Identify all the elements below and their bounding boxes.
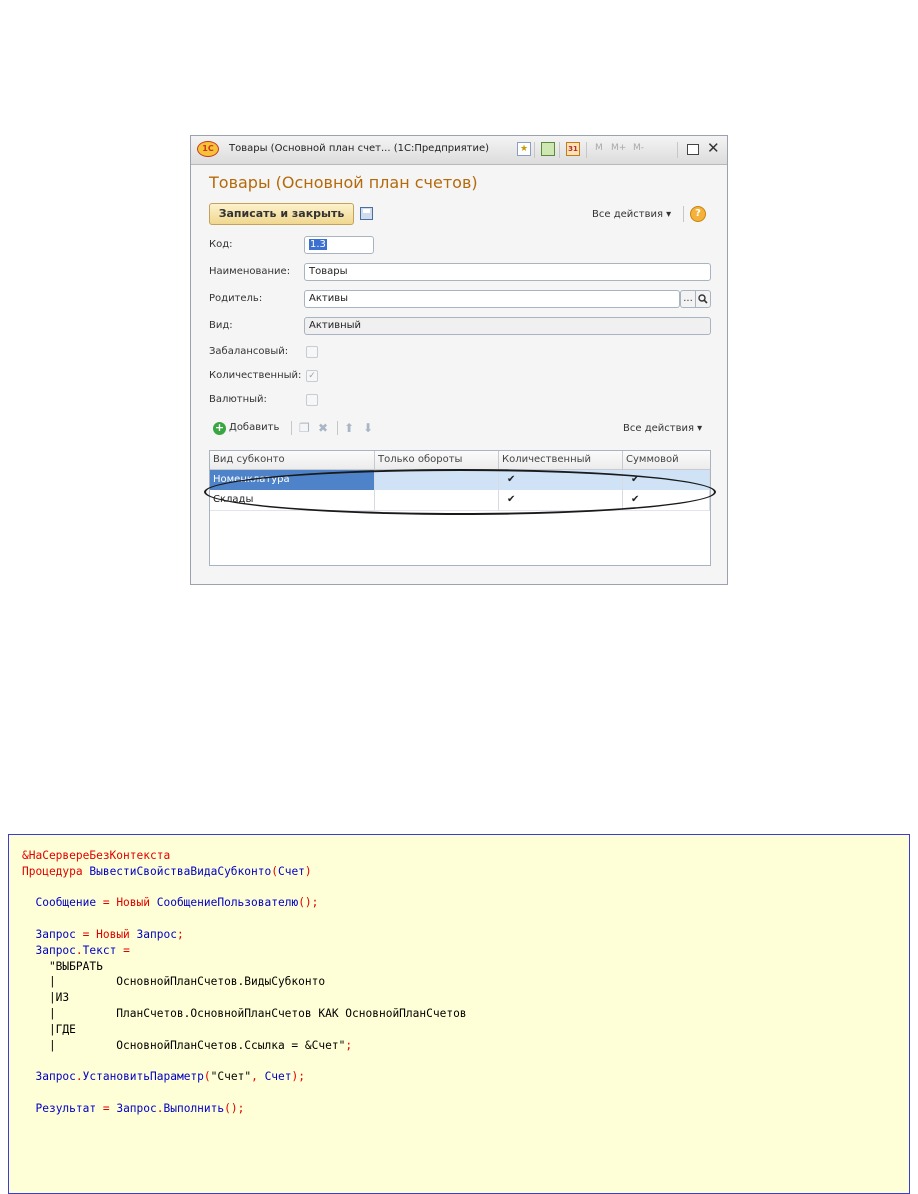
- window-titlebar: 1С Товары (Основной план счет... (1С:Пре…: [191, 136, 727, 165]
- 1c-logo-icon[interactable]: 1С: [197, 141, 219, 157]
- document-window: 1С Товары (Основной план счет... (1С:Пре…: [190, 135, 728, 585]
- kind-label: Вид:: [209, 320, 233, 331]
- toolbar-divider: [534, 142, 535, 158]
- close-icon[interactable]: ✕: [707, 139, 720, 157]
- column-header[interactable]: Суммовой: [623, 451, 710, 469]
- code-line: "ВЫБРАТЬ: [22, 959, 103, 973]
- code-listing: &НаСервереБезКонтекста Процедура Вывести…: [8, 834, 910, 1194]
- parent-label: Родитель:: [209, 293, 263, 304]
- toolbar-divider: [559, 142, 560, 158]
- code-line: Процедура ВывестиСвойстваВидаСубконто(Сч…: [22, 864, 312, 878]
- form-title: Товары (Основной план счетов): [209, 173, 478, 192]
- column-header[interactable]: Только обороты: [375, 451, 499, 469]
- column-header[interactable]: Количественный: [499, 451, 623, 469]
- save-icon[interactable]: [360, 207, 373, 220]
- code-line: | ПланСчетов.ОсновнойПланСчетов КАК Осно…: [22, 1006, 467, 1020]
- toolbar-divider: [291, 421, 292, 435]
- currency-label: Валютный:: [209, 394, 267, 405]
- all-actions-menu[interactable]: Все действия ▾: [592, 209, 671, 220]
- offbalance-label: Забалансовый:: [209, 346, 289, 357]
- code-line: Запрос = Новый Запрос;: [35, 927, 184, 941]
- column-header[interactable]: Вид субконто: [210, 451, 375, 469]
- calculator-icon[interactable]: [541, 142, 555, 156]
- copy-row-icon[interactable]: ❐: [299, 421, 310, 435]
- kind-field[interactable]: Активный: [304, 317, 711, 335]
- code-line: Запрос.УстановитьПараметр("Счет", Счет);: [35, 1070, 305, 1084]
- code-value: 1.3: [309, 239, 327, 250]
- table-all-actions-menu[interactable]: Все действия ▾: [623, 423, 702, 434]
- save-and-close-button[interactable]: Записать и закрыть: [209, 203, 354, 225]
- window-title: Товары (Основной план счет... (1С:Предпр…: [229, 143, 490, 154]
- code-field[interactable]: 1.3: [304, 236, 374, 254]
- code-line: Результат = Запрос.Выполнить();: [35, 1101, 245, 1115]
- code-line: | ОсновнойПланСчетов.Ссылка = &Счет";: [22, 1038, 353, 1052]
- toolbar-divider: [337, 421, 338, 435]
- add-icon[interactable]: +: [213, 422, 226, 435]
- quantitative-label: Количественный:: [209, 370, 302, 381]
- search-icon[interactable]: [695, 290, 711, 308]
- table-header: Вид субконто Только обороты Количественн…: [210, 451, 710, 470]
- offbalance-checkbox[interactable]: [306, 346, 318, 358]
- toolbar-divider: [677, 142, 678, 158]
- highlight-ellipse: [204, 469, 716, 515]
- parent-select-button[interactable]: ...: [680, 290, 696, 308]
- move-up-icon[interactable]: ⬆: [344, 421, 354, 435]
- favorite-icon[interactable]: ★: [517, 142, 531, 156]
- memory-minus-button[interactable]: M-: [633, 143, 644, 153]
- name-label: Наименование:: [209, 266, 291, 277]
- quantitative-checkbox[interactable]: ✓: [306, 370, 318, 382]
- calendar-icon[interactable]: 31: [566, 142, 580, 156]
- move-down-icon[interactable]: ⬇: [363, 421, 373, 435]
- delete-row-icon[interactable]: ✖: [318, 421, 328, 435]
- toolbar-divider: [586, 142, 587, 158]
- memory-m-button[interactable]: M: [595, 143, 603, 153]
- code-line: |ИЗ: [22, 991, 70, 1005]
- code-label: Код:: [209, 239, 233, 250]
- code-line: &НаСервереБезКонтекста: [22, 849, 171, 862]
- name-field[interactable]: Товары: [304, 263, 711, 281]
- code-line: | ОсновнойПланСчетов.ВидыСубконто: [22, 975, 326, 989]
- code-line: |ГДЕ: [22, 1022, 76, 1036]
- parent-field[interactable]: Активы: [304, 290, 680, 308]
- restore-window-icon[interactable]: [687, 144, 699, 155]
- currency-checkbox[interactable]: [306, 394, 318, 406]
- code-line: Сообщение = Новый СообщениеПользователю(…: [35, 896, 319, 910]
- add-button[interactable]: Добавить: [229, 422, 279, 433]
- code-line: Запрос.Текст =: [35, 943, 130, 957]
- toolbar-divider: [683, 206, 684, 222]
- help-icon[interactable]: ?: [690, 206, 706, 222]
- memory-plus-button[interactable]: M+: [611, 143, 626, 153]
